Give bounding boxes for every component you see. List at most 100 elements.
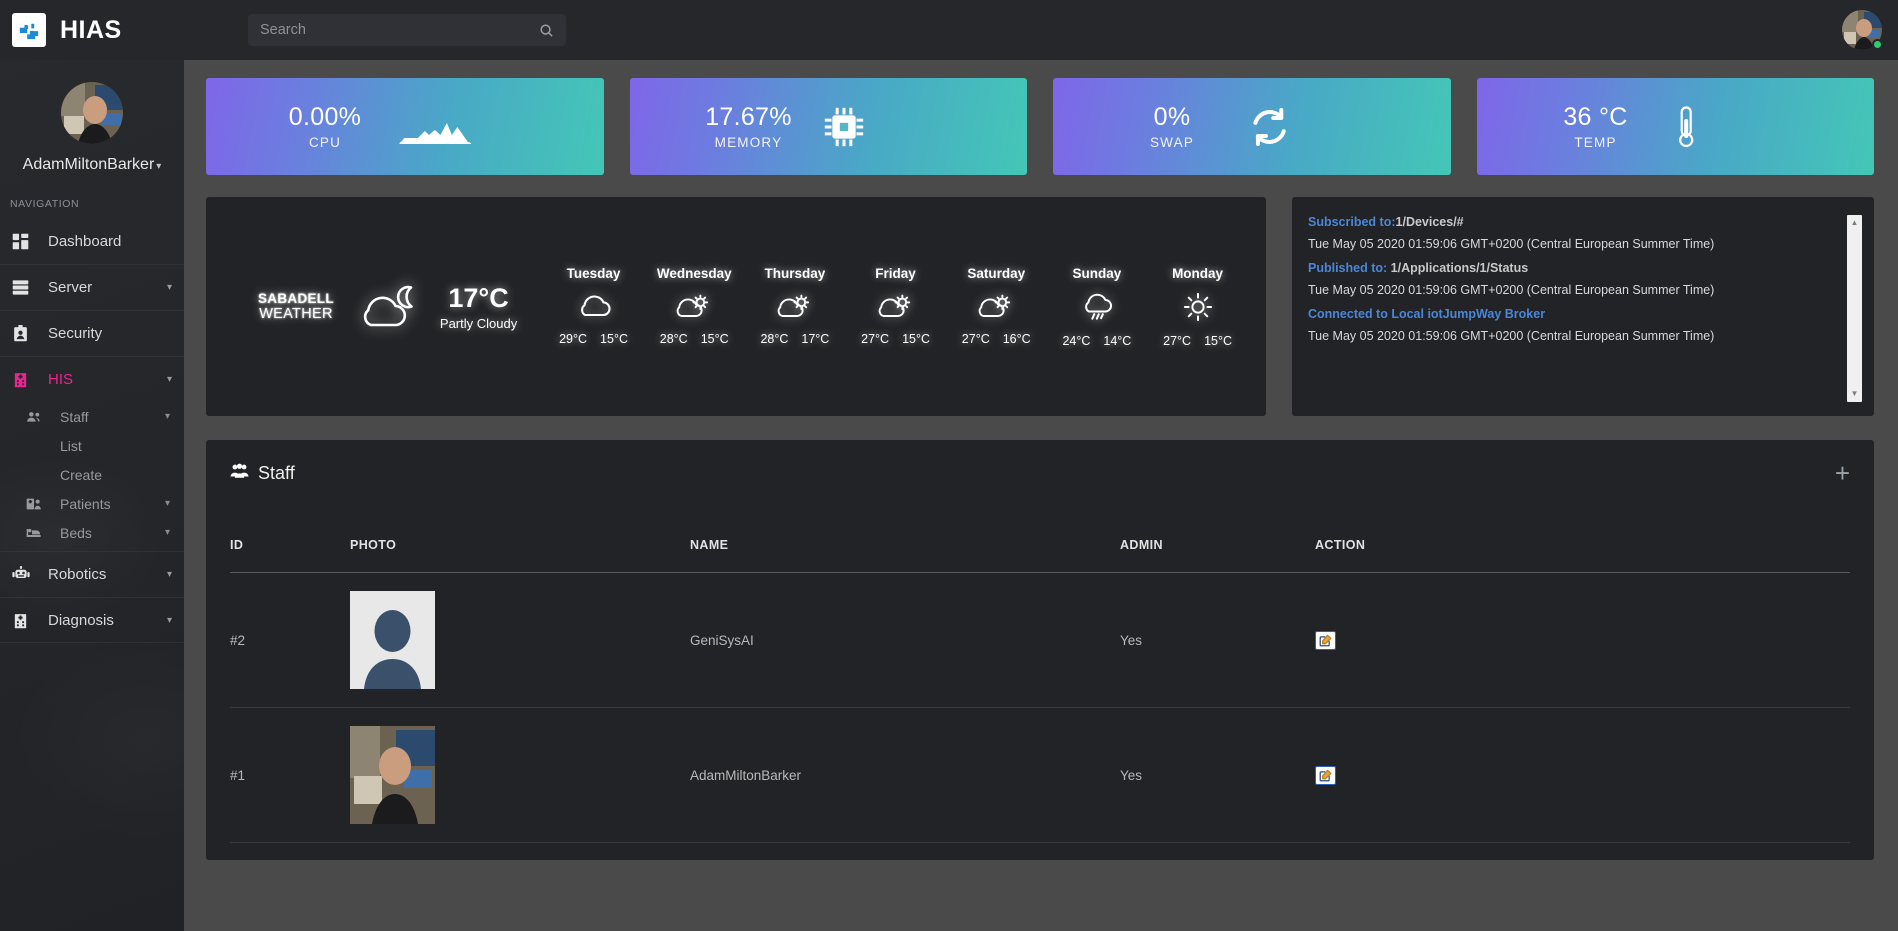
stat-text: 36 °C TEMP xyxy=(1511,103,1681,150)
log-entry-title: Connected to Local iotJumpWay Broker xyxy=(1308,307,1839,321)
forecast-day: Sunday 24°C 14°C xyxy=(1047,266,1147,348)
table-row[interactable]: #2 GeniSysAI Yes xyxy=(230,572,1850,708)
forecast-day: Monday 27°C 15°C xyxy=(1148,266,1248,348)
sidebar-item-label: Diagnosis xyxy=(48,611,114,629)
stat-card-memory[interactable]: 17.67% MEMORY xyxy=(629,78,1027,175)
log-entry-title: Published to: 1/Applications/1/Status xyxy=(1308,261,1839,275)
log-title-key: Connected to Local iotJumpWay Broker xyxy=(1308,307,1546,321)
stat-label: TEMP xyxy=(1574,134,1617,150)
sidebar-subnav: Staff ▾ List Create Patients ▾ Beds ▾ xyxy=(0,402,184,551)
search-input[interactable] xyxy=(260,22,539,38)
panel-title: Staff xyxy=(230,463,295,484)
log-scrollbar[interactable]: ▲ ▼ xyxy=(1847,215,1862,402)
chevron-down-icon[interactable]: ▾ xyxy=(165,411,170,422)
scroll-down-arrow-icon[interactable]: ▼ xyxy=(1851,390,1859,398)
sidebar-profile[interactable]: AdamMiltonBarker ▾ xyxy=(0,60,184,184)
avatar[interactable] xyxy=(1842,10,1883,50)
cell-photo xyxy=(350,572,690,708)
app-shell: AdamMiltonBarker▾ NAVIGATION Dashboard xyxy=(0,60,1898,931)
scroll-up-arrow-icon[interactable]: ▲ xyxy=(1851,219,1859,227)
chevron-down-icon[interactable]: ▾ xyxy=(167,374,172,385)
edit-icon[interactable] xyxy=(1315,630,1336,650)
search-box[interactable] xyxy=(248,14,566,46)
sidebar-item-patients[interactable]: Patients ▾ xyxy=(0,489,184,518)
sidebar-item-robotics[interactable]: Robotics ▾ xyxy=(0,551,184,597)
id-badge-icon xyxy=(12,325,38,342)
column-header-photo: PHOTO xyxy=(350,538,690,573)
stat-card-cpu[interactable]: 0.00% CPU xyxy=(206,78,604,175)
stat-label: MEMORY xyxy=(714,134,783,150)
stat-value: 17.67% xyxy=(705,103,792,132)
chevron-down-icon[interactable]: ▾ xyxy=(167,569,172,580)
brand-title: HIAS xyxy=(60,15,122,44)
nav-heading: NAVIGATION xyxy=(10,198,80,210)
chevron-down-icon[interactable]: ▾ xyxy=(167,282,172,293)
topbar-right xyxy=(1842,10,1898,50)
forecast-day-name: Sunday xyxy=(1072,265,1122,281)
forecast-day: Wednesday 28°C 15°C xyxy=(644,266,744,348)
weather-city: SABADELL xyxy=(258,291,334,306)
column-header-action: ACTION xyxy=(1315,538,1850,573)
log-title-value: 1/Applications/1/Status xyxy=(1390,261,1529,275)
profile-avatar xyxy=(61,82,123,144)
sidebar-item-his[interactable]: HIS ▾ xyxy=(0,356,184,402)
forecast-day: Tuesday 29°C 15°C xyxy=(544,266,644,348)
cloud-sun-icon xyxy=(745,292,845,320)
forecast-high: 27°C xyxy=(1163,333,1192,348)
forecast-high: 24°C xyxy=(1062,333,1091,348)
sidebar-item-staff[interactable]: Staff ▾ xyxy=(0,402,184,431)
sidebar-item-diagnosis[interactable]: Diagnosis ▾ xyxy=(0,597,184,643)
mqtt-log-panel: Subscribed to:1/Devices/# Tue May 05 202… xyxy=(1292,197,1874,416)
cell-name: GeniSysAI xyxy=(690,572,1120,708)
staff-panel: Staff + ID PHOTO NAME ADMIN ACTION #2 Ge… xyxy=(206,440,1874,860)
sidebar-item-label: Server xyxy=(48,279,93,296)
table-row[interactable]: #1 AdamMiltonBarker Yes xyxy=(230,707,1850,843)
sidebar-item-list[interactable]: List xyxy=(0,431,184,460)
edit-icon[interactable] xyxy=(1315,765,1336,785)
add-staff-button[interactable]: + xyxy=(1835,460,1850,486)
robot-icon xyxy=(12,565,38,584)
stat-card-temp[interactable]: 36 °C TEMP xyxy=(1476,78,1874,175)
sidebar-subitem-label: List xyxy=(60,437,82,454)
cloud-sun-icon xyxy=(946,292,1046,320)
sidebar-subitem-label: Patients xyxy=(60,495,111,512)
stat-cards-row: 0.00% CPU 17.67% MEMORY 0% SWAP 36 °C TE… xyxy=(206,78,1874,175)
forecast-temps: 24°C 14°C xyxy=(1047,334,1147,348)
forecast-low: 16°C xyxy=(1002,331,1031,346)
weather-current-readout: 17°C Partly Cloudy xyxy=(440,283,517,331)
forecast-low: 15°C xyxy=(700,331,729,346)
sidebar-item-dashboard[interactable]: Dashboard xyxy=(0,218,184,264)
cell-id: #2 xyxy=(230,572,350,708)
forecast-temps: 27°C 15°C xyxy=(1148,334,1248,348)
sidebar-item-label: Dashboard xyxy=(48,232,122,250)
mountain-chart-icon xyxy=(397,106,473,148)
patients-icon xyxy=(26,496,52,512)
search-icon[interactable] xyxy=(539,23,554,38)
microchip-icon xyxy=(824,107,864,147)
log-title-key: Published to: xyxy=(1308,261,1391,275)
sidebar-item-security[interactable]: Security xyxy=(0,310,184,356)
stat-text: 0.00% CPU xyxy=(240,103,410,150)
forecast-temps: 28°C 15°C xyxy=(644,332,744,346)
stat-value: 0% xyxy=(1153,103,1191,132)
top-bar: HIAS xyxy=(0,0,1898,60)
weather-location: SABADELL WEATHER xyxy=(258,291,334,322)
bed-icon xyxy=(26,525,52,541)
sidebar-item-beds[interactable]: Beds ▾ xyxy=(0,518,184,547)
sync-arrows-icon xyxy=(1247,107,1291,147)
weather-desc: Partly Cloudy xyxy=(439,315,518,331)
column-header-id: ID xyxy=(230,538,350,573)
sidebar-item-create[interactable]: Create xyxy=(0,460,184,489)
chevron-down-icon[interactable]: ▾ xyxy=(165,527,170,538)
sidebar-item-label: Robotics xyxy=(48,566,107,583)
sidebar-item-server[interactable]: Server ▾ xyxy=(0,264,184,310)
cloud-moon-icon xyxy=(354,281,420,333)
chevron-down-icon[interactable]: ▾ xyxy=(165,498,170,509)
status-online-dot xyxy=(1872,39,1883,50)
forecast-high: 29°C xyxy=(559,331,588,346)
stat-card-swap[interactable]: 0% SWAP xyxy=(1053,78,1451,175)
column-header-name: NAME xyxy=(690,538,1120,573)
brand[interactable]: HIAS xyxy=(0,13,184,47)
chevron-down-icon[interactable]: ▾ xyxy=(167,615,172,626)
forecast-temps: 29°C 15°C xyxy=(544,332,644,346)
